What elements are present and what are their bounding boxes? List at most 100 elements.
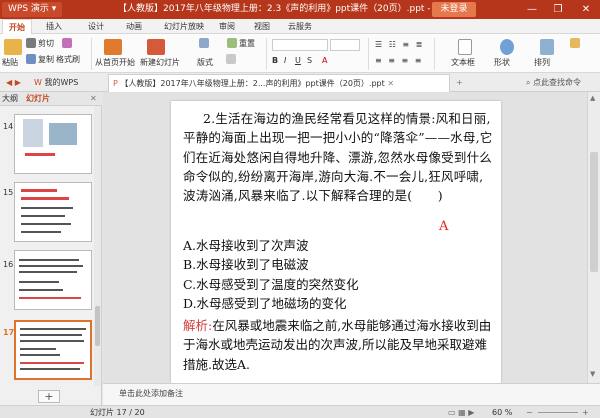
window-title: 【人教版】2017年八年级物理上册：2.3《声的利用》ppt课件（20页）.pp… [118,4,475,14]
close-icon[interactable]: ✕ [576,0,596,19]
tab-view[interactable]: 视图 [254,19,270,34]
slide-thumbnail[interactable] [14,182,92,242]
brush-icon[interactable] [62,38,74,50]
option-a[interactable]: A.水母接收到了次声波 [183,236,309,255]
close-panel-icon[interactable]: ✕ [90,92,97,106]
panel-tabs: 大纲 幻灯片 ✕ [0,92,102,106]
minimize-icon[interactable]: — [522,0,542,19]
slide-canvas[interactable]: 2.生活在海边的渔民经常看见这样的情景:风和日丽,平静的海面上出现一把一把小小的… [171,101,501,383]
shape-button[interactable]: 形状 [494,57,510,69]
underline-button[interactable]: U [295,55,301,67]
close-tab-icon[interactable]: ✕ [387,79,394,88]
analysis-text[interactable]: 解析:在风暴或地震来临之前,水母能够通过海水接收到由于海水或地壳运动发出的次声波… [183,316,495,374]
section-button[interactable] [226,54,238,66]
option-b[interactable]: B.水母接收到了电磁波 [183,255,309,274]
font-name-select[interactable] [272,39,328,51]
nav-arrows[interactable]: ◀ ▶ [2,74,21,92]
command-search[interactable]: ⌕ 点此查找命令 [522,74,581,92]
cut-button[interactable]: 剪切 [26,38,54,50]
option-d[interactable]: D.水母感受到了地磁场的变化 [183,294,347,313]
from-start-button[interactable]: 从首页开始 [95,57,135,69]
scroll-up-icon[interactable]: ▲ [590,94,595,102]
question-stem[interactable]: 2.生活在海边的渔民经常看见这样的情景:风和日丽,平静的海面上出现一把一把小小的… [183,109,495,205]
divider [91,38,92,70]
slide-number: 16 [3,260,14,269]
paste-icon[interactable] [4,39,22,55]
textbox-icon[interactable] [458,39,472,55]
zoom-level[interactable]: 60 % [492,407,512,418]
arrange-button[interactable]: 排列 [534,57,550,69]
style-icon [570,38,580,48]
thumb-text-line [21,189,57,192]
slide-count: 幻灯片 17 / 20 [90,408,145,417]
scroll-down-icon[interactable]: ▼ [590,370,595,378]
editor-scrollbar[interactable]: ▲ ▼ [587,92,600,383]
textbox-button[interactable]: 文本框 [451,57,475,69]
thumb-text-line [21,223,71,225]
arrange-icon[interactable] [540,39,554,55]
format-painter-button[interactable]: 格式刷 [56,54,80,66]
slide-thumbnail[interactable] [14,250,92,310]
slide-thumbnail-selected[interactable] [14,320,92,380]
font-size-select[interactable] [330,39,360,51]
tab-cloud[interactable]: 云服务 [288,19,312,34]
app-menu-button[interactable]: WPS 演示 ▾ [2,2,63,17]
slide-editing-area: 2.生活在海边的渔民经常看见这样的情景:风和日丽,平静的海面上出现一把一把小小的… [103,92,587,383]
zoom-out-icon[interactable]: − [526,407,533,418]
notes-placeholder: 单击此处添加备注 [119,389,183,398]
paste-button[interactable]: 粘贴 [2,57,18,69]
maximize-icon[interactable]: ❐ [548,0,568,19]
tab-my-wps[interactable]: W 我的WPS [30,74,105,92]
zoom-slider[interactable] [538,412,578,413]
bullets-button[interactable]: ☰ ☷ ≡ ≣ [375,39,424,51]
tab-review[interactable]: 审阅 [219,19,235,34]
thumb-text-line [20,348,56,350]
layout-label[interactable]: 版式 [197,57,213,69]
italic-button[interactable]: I [284,55,286,67]
thumb-image [23,119,43,147]
slide-thumbnail[interactable] [14,114,92,174]
zoom-in-icon[interactable]: + [582,407,589,418]
scrollbar-thumb[interactable] [95,306,100,346]
new-slide-icon[interactable] [147,39,165,55]
align-buttons[interactable]: ≡ ≡ ≡ ≡ [375,55,423,67]
divider [266,38,267,70]
quick-style-button[interactable] [570,38,582,50]
cut-label: 剪切 [38,39,54,48]
thumb-image [49,123,77,145]
panel-scrollbar[interactable] [94,106,101,386]
tab-insert[interactable]: 插入 [46,19,62,34]
reset-button[interactable]: 重置 [227,38,255,50]
view-buttons[interactable]: ▭ ▦ ▶ [448,407,474,418]
option-c[interactable]: C.水母感受到了温度的突然变化 [183,275,359,294]
bold-button[interactable]: B [272,55,278,67]
strike-button[interactable]: S [307,55,312,67]
tab-design[interactable]: 设计 [88,19,104,34]
search-icon: ⌕ [526,78,531,87]
tab-home[interactable]: 开始 [2,19,32,34]
wps-logo-icon: W [34,78,42,87]
tab-animation[interactable]: 动画 [126,19,142,34]
document-tab-bar: ◀ ▶ W 我的WPS P 【人教版】2017年八年级物理上册：2...声的利用… [0,73,600,92]
title-bar: WPS 演示 ▾ 【人教版】2017年八年级物理上册：2.3《声的利用》ppt课… [0,0,600,19]
font-color-button[interactable]: A [322,55,327,67]
scrollbar-thumb[interactable] [590,152,598,272]
add-slide-button[interactable]: + [38,390,60,403]
tab-slideshow[interactable]: 幻灯片放映 [164,19,204,34]
thumb-text-line [20,368,80,370]
tab-current-document[interactable]: P 【人教版】2017年八年级物理上册：2...声的利用》ppt课件（20页）.… [108,74,450,92]
slide-number: 14 [3,122,14,131]
tab-slides[interactable]: 幻灯片 [26,92,50,106]
tab-outline[interactable]: 大纲 [2,92,18,106]
play-from-start-icon[interactable] [104,39,122,55]
thumb-text-line [20,340,84,342]
shape-icon[interactable] [500,39,514,55]
layout-button[interactable] [199,38,211,50]
thumb-text-line [20,354,60,356]
copy-button[interactable]: 复制 [26,54,54,66]
new-slide-button[interactable]: 新建幻灯片 [140,57,180,69]
thumb-text-line [21,215,65,217]
login-button[interactable]: 未登录 [432,2,476,17]
new-tab-icon[interactable]: + [452,74,463,92]
notes-pane[interactable]: 单击此处添加备注 [103,383,600,405]
